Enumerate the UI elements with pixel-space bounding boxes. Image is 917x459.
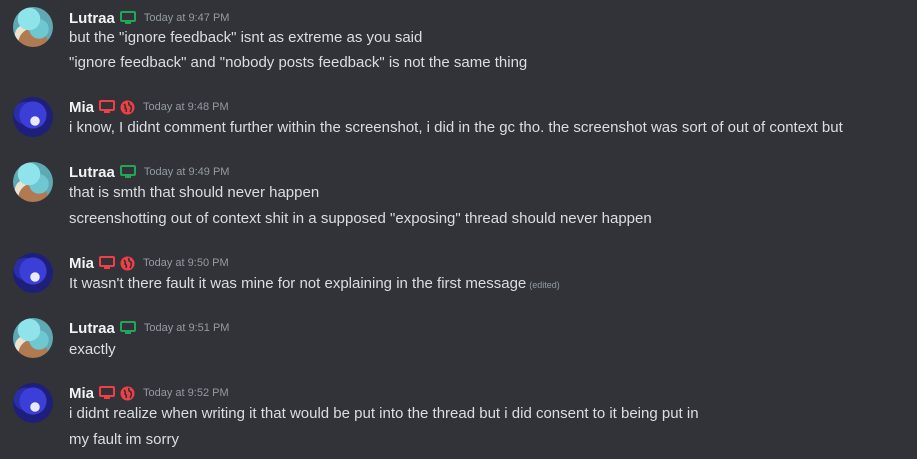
desktop-green-icon <box>119 11 136 25</box>
message-group: Mia Today at 9:48 PM i know, I didnt com… <box>0 97 917 143</box>
message-text: screenshotting out of context shit in a … <box>69 210 652 227</box>
message-text: "ignore feedback" and "nobody posts feed… <box>69 54 528 71</box>
globe-icon <box>120 386 135 401</box>
message-header: Lutraa Today at 9:49 PM <box>69 162 229 182</box>
message-header: Mia Today at 9:48 PM <box>69 97 229 117</box>
message-group: Mia Today at 9:52 PM i didnt realize whe… <box>0 383 917 453</box>
username[interactable]: Mia <box>69 99 94 116</box>
message-text: i know, I didnt comment further within t… <box>69 119 843 136</box>
username[interactable]: Lutraa <box>69 164 115 181</box>
avatar[interactable] <box>13 97 53 137</box>
timestamp[interactable]: Today at 9:50 PM <box>143 257 229 269</box>
desktop-red-icon <box>99 386 116 400</box>
timestamp[interactable]: Today at 9:51 PM <box>144 322 230 334</box>
username[interactable]: Mia <box>69 385 94 402</box>
message-header: Lutraa Today at 9:51 PM <box>69 318 229 338</box>
username[interactable]: Lutraa <box>69 10 115 27</box>
message-group: Lutraa Today at 9:47 PM but the "ignore … <box>0 7 917 77</box>
desktop-green-icon <box>119 165 136 179</box>
message-text: exactly <box>69 341 116 358</box>
username[interactable]: Lutraa <box>69 320 115 337</box>
message-group: Lutraa Today at 9:49 PM that is smth tha… <box>0 162 917 232</box>
message-text: but the "ignore feedback" isnt as extrem… <box>69 29 423 46</box>
username[interactable]: Mia <box>69 255 94 272</box>
message-group: Mia Today at 9:50 PM It wasn't there fau… <box>0 253 917 299</box>
message-text: It wasn't there fault it was mine for no… <box>69 274 560 295</box>
avatar[interactable] <box>13 318 53 358</box>
avatar[interactable] <box>13 253 53 293</box>
message-text: that is smth that should never happen <box>69 184 320 201</box>
avatar[interactable] <box>13 162 53 202</box>
avatar[interactable] <box>13 7 53 47</box>
edited-label: (edited) <box>529 280 560 290</box>
message-text: my fault im sorry <box>69 431 180 448</box>
desktop-red-icon <box>99 256 116 270</box>
desktop-red-icon <box>99 100 116 114</box>
timestamp[interactable]: Today at 9:48 PM <box>143 101 229 113</box>
message-group: Lutraa Today at 9:51 PM exactly <box>0 318 917 364</box>
globe-icon <box>120 100 135 115</box>
timestamp[interactable]: Today at 9:47 PM <box>144 12 230 24</box>
desktop-green-icon <box>119 321 136 335</box>
globe-icon <box>120 256 135 271</box>
message-header: Mia Today at 9:50 PM <box>69 253 229 273</box>
avatar[interactable] <box>13 383 53 423</box>
message-text: i didnt realize when writing it that wou… <box>69 405 699 422</box>
message-header: Lutraa Today at 9:47 PM <box>69 8 229 28</box>
message-header: Mia Today at 9:52 PM <box>69 383 229 403</box>
timestamp[interactable]: Today at 9:49 PM <box>144 166 230 178</box>
timestamp[interactable]: Today at 9:52 PM <box>143 387 229 399</box>
message-text-content: It wasn't there fault it was mine for no… <box>69 275 527 292</box>
